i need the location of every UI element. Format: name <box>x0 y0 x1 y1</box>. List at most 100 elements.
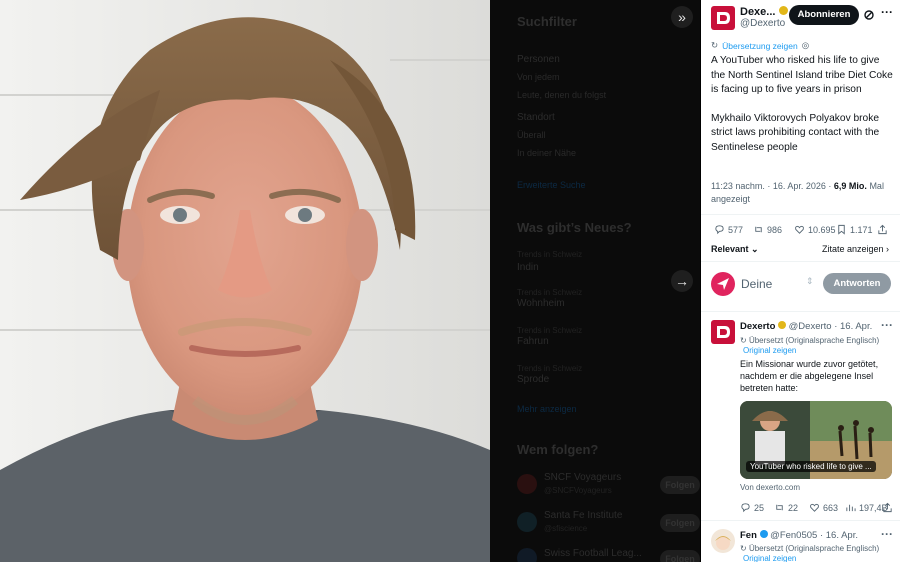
suggestion-name: Swiss Football Leag... <box>544 548 642 559</box>
expand-input-icon[interactable]: ⇕ <box>806 276 814 287</box>
subscribe-button[interactable]: Abonnieren <box>789 5 859 25</box>
tweet-photo[interactable] <box>0 0 490 562</box>
suggestion-follow-button: Folgen <box>660 514 700 532</box>
chevron-down-icon: ⌄ <box>748 244 759 254</box>
reply-author-name[interactable]: Dexerto <box>740 321 775 332</box>
reply-reply-action[interactable]: 25 <box>740 502 764 513</box>
suggestion-name: SNCF Voyageurs <box>544 472 622 483</box>
double-chevron-right-icon: » <box>678 9 686 25</box>
translated-note: ↻ Übersetzt (Originalsprache Englisch) <box>740 544 880 553</box>
tweet-text: A YouTuber who risked his life to give t… <box>711 54 894 155</box>
bookmark-icon <box>838 224 845 235</box>
reply-like-action[interactable]: 663 <box>809 502 838 513</box>
retweet-action[interactable]: 986 <box>753 224 782 235</box>
reply-action[interactable]: 577 <box>714 224 743 235</box>
reply-more-icon[interactable]: ··· <box>881 527 893 541</box>
people-option-2: Leute, denen du folgst <box>517 90 607 100</box>
show-translation-link[interactable]: ↻ Übersetzung zeigen ◎ <box>711 40 809 51</box>
reply-button[interactable]: Antworten <box>823 273 891 294</box>
reply-handle-date[interactable]: @Fen0505 · 16. Apr. <box>770 530 858 541</box>
link-card-caption: YouTuber who risked life to give ... <box>746 461 876 472</box>
current-user-avatar <box>711 272 735 296</box>
location-option-2: In deiner Nähe <box>517 148 577 158</box>
share-action[interactable] <box>877 224 888 235</box>
show-original-link[interactable]: Original zeigen <box>743 346 796 355</box>
location-label: Standort <box>517 112 555 123</box>
reply-retweet-action[interactable]: 22 <box>774 502 798 513</box>
link-card-source[interactable]: Von dexerto.com <box>740 483 800 492</box>
translate-icon: ↻ <box>740 544 749 553</box>
reply-more-icon[interactable]: ··· <box>881 318 893 332</box>
advanced-search-link: Erweiterte Suche <box>517 180 586 190</box>
trend-name: Indin <box>517 262 539 273</box>
suggestion-name: Santa Fe Institute <box>544 510 623 521</box>
user-logo-icon <box>717 278 729 290</box>
translated-note: ↻ Übersetzt (Originalsprache Englisch) <box>740 336 880 345</box>
views-chart-icon <box>846 504 856 512</box>
grok-icon[interactable] <box>863 8 875 20</box>
follow-title: Wem folgen? <box>517 442 599 457</box>
reply-icon <box>715 225 724 235</box>
tweet-paragraph-1: A YouTuber who risked his life to give t… <box>711 55 893 95</box>
location-option-1: Überall <box>517 130 546 140</box>
trend-context: Trends in Schweiz <box>517 364 583 373</box>
more-icon[interactable]: ··· <box>881 5 893 19</box>
reply-icon <box>741 503 750 513</box>
people-option-1: Von jedem <box>517 72 560 82</box>
tweet-paragraph-2: Mykhailo Viktorovych Polyakov broke stri… <box>711 112 880 153</box>
filter-title: Suchfilter <box>517 14 577 29</box>
show-quotes-link[interactable]: Zitate anzeigen › <box>822 244 889 254</box>
trend-name: Sprode <box>517 374 550 385</box>
suggestion-handle: @sfiscience <box>544 524 588 533</box>
suggestion-avatar <box>517 512 537 532</box>
reply-avatar[interactable] <box>711 320 735 344</box>
chevron-right-icon: › <box>883 244 890 254</box>
people-label: Personen <box>517 54 560 65</box>
expand-panel-button[interactable]: » <box>671 6 693 28</box>
trend-name: Fahrun <box>517 336 549 347</box>
verified-badge-icon <box>778 321 787 329</box>
author-name[interactable]: Dexe... <box>740 6 788 18</box>
trend-context: Trends in Schweiz <box>517 250 583 259</box>
author-handle[interactable]: @Dexerto <box>740 18 785 29</box>
show-original-link[interactable]: Original zeigen <box>743 554 796 562</box>
share-icon <box>883 502 892 513</box>
suggestion-avatar <box>517 474 537 494</box>
retweet-icon <box>776 504 783 511</box>
verified-badge-icon <box>778 6 788 15</box>
reply-input[interactable]: Deine <box>741 277 772 291</box>
reply-header: Dexerto @Dexerto · 16. Apr. <box>740 321 872 332</box>
retweet-icon <box>755 226 762 233</box>
tweet-detail-panel: Dexe... @Dexerto Abonnieren ··· ↻ Überse… <box>701 0 900 562</box>
suggestion-handle: @SNCFVoyageurs <box>544 486 612 495</box>
reply-header: Fen @Fen0505 · 16. Apr. <box>740 530 858 541</box>
views-count: 6,9 Mio. <box>833 181 867 191</box>
verified-badge-icon <box>759 530 768 538</box>
reply-author-name[interactable]: Fen <box>740 530 757 541</box>
suggestion-follow-button: Folgen <box>660 476 700 494</box>
tweet-meta: 11:23 nachm. · 16. Apr. 2026 · 6,9 Mio. … <box>711 180 894 206</box>
like-action[interactable]: 10.695 <box>794 224 836 235</box>
link-card[interactable]: YouTuber who risked life to give ... <box>740 401 892 479</box>
portrait-image <box>0 0 490 562</box>
reply-avatar[interactable] <box>711 529 735 553</box>
heart-icon <box>810 503 819 512</box>
suggestion-avatar <box>517 548 537 562</box>
dexerto-logo-icon <box>717 12 730 24</box>
suggestion-follow-button: Folgen <box>660 550 700 562</box>
sort-dropdown[interactable]: Relevant ⌄ <box>711 244 759 255</box>
bookmark-action[interactable]: 1.171 <box>836 224 873 235</box>
arrow-right-icon: → <box>675 273 689 289</box>
reply-handle-date[interactable]: @Dexerto · 16. Apr. <box>789 321 873 332</box>
news-title: Was gibt’s Neues? <box>517 220 632 235</box>
anime-avatar-icon <box>715 536 731 550</box>
show-more-link: Mehr anzeigen <box>517 404 577 414</box>
author-avatar[interactable] <box>711 6 735 30</box>
tweet-timestamp[interactable]: 11:23 nachm. · 16. Apr. 2026 · <box>711 181 834 191</box>
reply-share-action[interactable] <box>882 502 893 513</box>
dexerto-logo-icon <box>717 326 730 338</box>
next-image-button[interactable]: → <box>671 270 693 292</box>
grok-small-icon: ◎ <box>801 40 810 50</box>
background-page: Suchfilter Personen Von jedem Leute, den… <box>490 0 700 562</box>
share-icon <box>878 224 887 235</box>
